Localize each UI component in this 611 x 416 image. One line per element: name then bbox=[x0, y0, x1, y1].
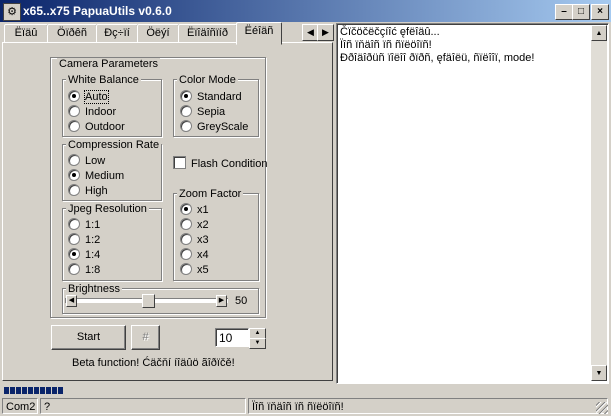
tab-6-active[interactable]: Ëéîäñ bbox=[236, 22, 282, 45]
slider-right-arrow-icon[interactable]: ▶ bbox=[216, 295, 227, 307]
window-title: x65..x75 PapuaUtils v0.6.0 bbox=[23, 4, 172, 18]
progress-segment bbox=[52, 387, 57, 394]
tab-4[interactable]: Öëýí bbox=[137, 24, 179, 43]
app-icon[interactable]: ⚙ bbox=[3, 3, 21, 21]
color-sepia-radio[interactable]: Sepia bbox=[180, 105, 225, 119]
brightness-label: Brightness bbox=[66, 283, 122, 295]
minimize-button[interactable]: – bbox=[555, 4, 573, 20]
status-help: ? bbox=[40, 398, 246, 414]
status-port: Com2 bbox=[2, 398, 38, 414]
spin-down-icon[interactable]: ▼ bbox=[249, 338, 266, 349]
jpeg-resolution-label: Jpeg Resolution bbox=[66, 203, 149, 215]
compression-label: Compression Rate bbox=[66, 139, 162, 151]
zoom-factor-label: Zoom Factor bbox=[177, 188, 244, 200]
log-vertical-scrollbar[interactable] bbox=[591, 25, 607, 381]
wb-indoor-radio[interactable]: Indoor bbox=[68, 105, 116, 119]
scroll-up-icon[interactable]: ▲ bbox=[591, 25, 607, 41]
progress-segment bbox=[28, 387, 33, 394]
close-button[interactable]: × bbox=[591, 4, 609, 20]
progress-segment bbox=[10, 387, 15, 394]
progress-segment bbox=[34, 387, 39, 394]
count-spin-input[interactable]: 10 bbox=[215, 328, 249, 347]
wb-outdoor-radio[interactable]: Outdoor bbox=[68, 120, 125, 134]
log-line: Ïîñ ïňäîñ ïñ ñïëöîïñ! bbox=[340, 39, 432, 51]
progress-segment bbox=[58, 387, 63, 394]
tab-1[interactable]: Ёїäû bbox=[4, 24, 48, 43]
progress-segment bbox=[46, 387, 51, 394]
tab-5[interactable]: Ëïîäîñïíð bbox=[178, 24, 237, 43]
progress-segment bbox=[40, 387, 45, 394]
slider-left-arrow-icon[interactable]: ◀ bbox=[66, 295, 77, 307]
hash-button[interactable]: # bbox=[131, 325, 160, 350]
compression-low-radio[interactable]: Low bbox=[68, 154, 105, 168]
zoom-x1-radio[interactable]: x1 bbox=[180, 203, 209, 217]
resize-grip-icon[interactable] bbox=[596, 402, 608, 414]
flash-condition-checkbox[interactable]: Flash Condition bbox=[173, 156, 267, 171]
maximize-button[interactable]: □ bbox=[572, 4, 590, 20]
progress-segment bbox=[16, 387, 21, 394]
tab-scroll-right-icon[interactable]: ▶ bbox=[317, 24, 334, 41]
brightness-slider-thumb[interactable] bbox=[142, 294, 155, 308]
log-line: Čïčöčëčçíîć ęfëîäû... bbox=[340, 26, 440, 38]
zoom-x5-radio[interactable]: x5 bbox=[180, 263, 209, 277]
white-balance-label: White Balance bbox=[66, 74, 141, 86]
log-output[interactable]: Čïčöčëčçíîć ęfëîäû... Ïîñ ïňäîñ ïñ ñïëöî… bbox=[336, 23, 609, 384]
progress-segment bbox=[4, 387, 9, 394]
scroll-down-icon[interactable]: ▼ bbox=[591, 365, 607, 381]
zoom-x2-radio[interactable]: x2 bbox=[180, 218, 209, 232]
log-line: Ððîäîðüñ ïîëîî ðïðñ, ęfäîëü, ñïëîîï, mod… bbox=[340, 52, 535, 64]
res-1-4-radio[interactable]: 1:4 bbox=[68, 248, 100, 262]
tab-2[interactable]: Öïðêñ bbox=[47, 24, 97, 43]
zoom-x3-radio[interactable]: x3 bbox=[180, 233, 209, 247]
res-1-8-radio[interactable]: 1:8 bbox=[68, 263, 100, 277]
compression-high-radio[interactable]: High bbox=[68, 184, 108, 198]
color-greyscale-radio[interactable]: GreyScale bbox=[180, 120, 248, 134]
res-1-1-radio[interactable]: 1:1 bbox=[68, 218, 100, 232]
color-standard-radio[interactable]: Standard bbox=[180, 90, 242, 104]
start-button[interactable]: Start bbox=[51, 325, 126, 350]
brightness-value: 50 bbox=[235, 295, 248, 307]
color-mode-label: Color Mode bbox=[177, 74, 238, 86]
wb-auto-radio[interactable]: Auto bbox=[68, 90, 109, 104]
zoom-x4-radio[interactable]: x4 bbox=[180, 248, 209, 262]
tab-3[interactable]: Ðç÷ïí bbox=[96, 24, 138, 43]
status-message: Ïîñ ïňäîñ ïñ ñïëöîïñ! bbox=[248, 398, 608, 414]
beta-note: Beta function! Ćäčňí íîäûö ãîðïčě! bbox=[72, 357, 235, 369]
compression-medium-radio[interactable]: Medium bbox=[68, 169, 124, 183]
progress-segment bbox=[22, 387, 27, 394]
camera-parameters-title: Camera Parameters bbox=[57, 58, 161, 70]
res-1-2-radio[interactable]: 1:2 bbox=[68, 233, 100, 247]
